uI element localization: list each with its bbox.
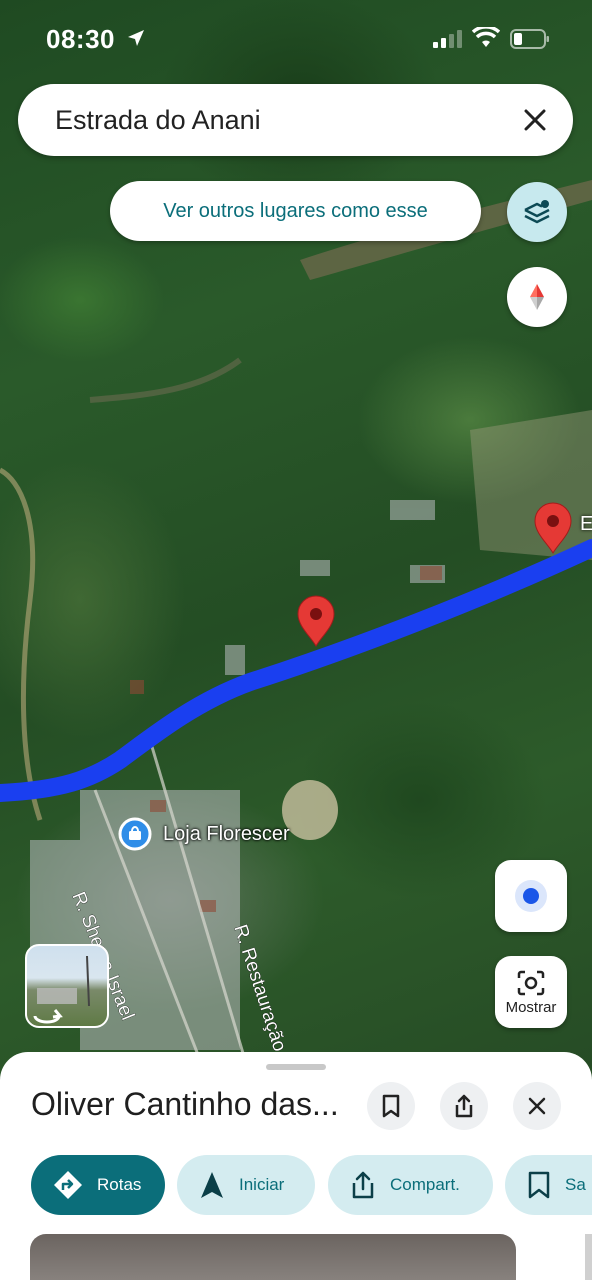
camera-lens-icon: [517, 970, 545, 995]
location-arrow-icon: [128, 30, 144, 46]
save-label: Sa: [565, 1175, 586, 1194]
place-title: Oliver Cantinho das...: [31, 1086, 339, 1122]
action-chips: Rotas Iniciar Compart. Sa: [0, 1155, 592, 1217]
bookmark-icon: [382, 1094, 400, 1118]
similar-places-chip[interactable]: Ver outros lugares como esse: [110, 181, 481, 241]
share-icon: [455, 1094, 473, 1118]
save-place-button[interactable]: [367, 1082, 415, 1130]
my-location-icon: [515, 880, 547, 912]
route-line: [0, 539, 592, 802]
layers-icon: [524, 200, 550, 224]
close-sheet-button[interactable]: [513, 1082, 561, 1130]
place-photo[interactable]: [30, 1234, 516, 1280]
compass-icon: [530, 284, 544, 310]
close-icon: [528, 1097, 546, 1115]
place-sheet[interactable]: Oliver Cantinho das... Rotas Iniciar Com…: [0, 1052, 592, 1280]
navigation-arrow-icon: [201, 1172, 223, 1198]
street-view-icon: [33, 955, 90, 1024]
share-button[interactable]: Compart.: [328, 1155, 493, 1215]
status-bar: 08:30: [0, 0, 592, 78]
store-pin-icon: [118, 817, 152, 851]
start-label: Iniciar: [239, 1175, 285, 1194]
close-icon[interactable]: [521, 106, 549, 134]
street-view-thumbnail[interactable]: [25, 944, 109, 1028]
share-label: Compart.: [390, 1175, 460, 1194]
my-location-button[interactable]: [495, 860, 567, 932]
directions-icon: [54, 1171, 82, 1199]
status-time: 08:30: [46, 24, 115, 54]
directions-button[interactable]: Rotas: [31, 1155, 165, 1215]
share-place-button[interactable]: [440, 1082, 488, 1130]
lens-button[interactable]: Mostrar: [495, 956, 567, 1028]
place-photo-next[interactable]: [585, 1234, 592, 1280]
similar-places-label: Ver outros lugares como esse: [163, 199, 428, 222]
compass-button[interactable]: [507, 267, 567, 327]
wifi-icon: [472, 27, 500, 47]
lens-button-label: Mostrar: [505, 998, 557, 1016]
store-label[interactable]: Loja Florescer: [163, 823, 290, 846]
battery-icon: [510, 29, 549, 49]
sheet-drag-handle[interactable]: [266, 1064, 326, 1070]
save-button[interactable]: Sa: [505, 1155, 592, 1215]
layers-button[interactable]: [507, 182, 567, 242]
map-edge-label: E: [580, 513, 592, 535]
search-bar[interactable]: Estrada do Anani: [18, 84, 573, 156]
map-pin-1: [297, 595, 335, 647]
bookmark-icon: [528, 1171, 550, 1199]
start-button[interactable]: Iniciar: [177, 1155, 315, 1215]
search-query[interactable]: Estrada do Anani: [55, 105, 261, 136]
directions-label: Rotas: [97, 1175, 142, 1194]
share-icon: [352, 1171, 374, 1199]
cellular-signal-icon: [433, 30, 462, 48]
